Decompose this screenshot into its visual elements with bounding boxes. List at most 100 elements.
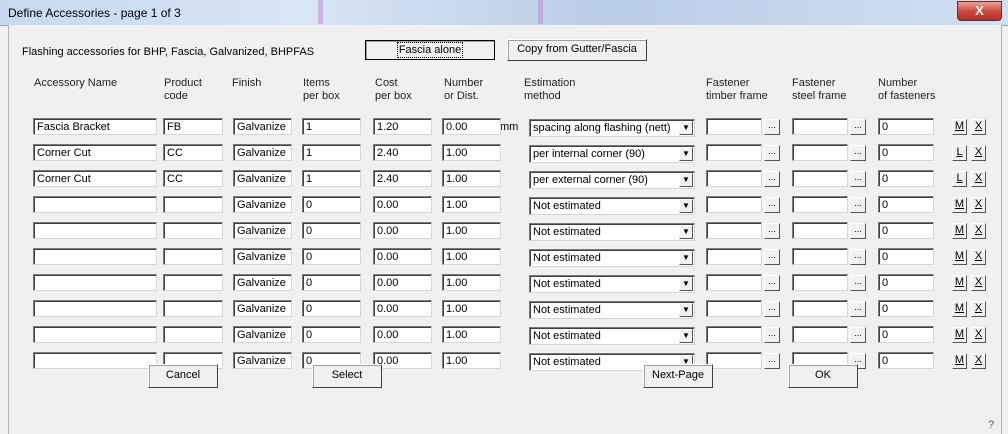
close-button[interactable]: X <box>957 1 1002 21</box>
browse-steel-fastener-button[interactable]: ... <box>850 145 866 161</box>
number-or-dist-field[interactable]: 1.00 <box>442 248 501 265</box>
number-of-fasteners-field[interactable]: 0 <box>878 326 934 343</box>
chevron-down-icon[interactable]: ▼ <box>679 277 693 291</box>
cost-per-box-field[interactable]: 2.40 <box>373 144 432 161</box>
browse-timber-fastener-button[interactable]: ... <box>764 119 780 135</box>
cost-per-box-field[interactable]: 0.00 <box>373 326 432 343</box>
cost-per-box-field[interactable]: 0.00 <box>373 196 432 213</box>
cost-per-box-field[interactable]: 1.20 <box>373 118 432 135</box>
delete-row-button[interactable]: X <box>971 197 986 213</box>
browse-timber-fastener-button[interactable]: ... <box>764 145 780 161</box>
estimation-method-select[interactable]: spacing along flashing (nett) ▼ <box>529 119 695 137</box>
number-or-dist-field[interactable]: 1.00 <box>442 326 501 343</box>
number-of-fasteners-field[interactable]: 0 <box>878 352 934 369</box>
row-mode-button[interactable]: M <box>952 327 967 343</box>
fastener-steel-field[interactable] <box>792 170 848 187</box>
fastener-steel-field[interactable] <box>792 326 848 343</box>
fastener-timber-field[interactable] <box>706 118 762 135</box>
fastener-steel-field[interactable] <box>792 118 848 135</box>
finish-field[interactable]: Galvanize <box>233 248 292 265</box>
row-mode-button[interactable]: M <box>952 275 967 291</box>
delete-row-button[interactable]: X <box>971 301 986 317</box>
browse-steel-fastener-button[interactable]: ... <box>850 223 866 239</box>
finish-field[interactable]: Galvanize <box>233 196 292 213</box>
fastener-timber-field[interactable] <box>706 274 762 291</box>
accessory-name-field[interactable] <box>33 274 157 291</box>
browse-steel-fastener-button[interactable]: ... <box>850 301 866 317</box>
product-code-field[interactable]: CC <box>163 170 223 187</box>
cost-per-box-field[interactable]: 0.00 <box>373 248 432 265</box>
finish-field[interactable]: Galvanize <box>233 144 292 161</box>
browse-steel-fastener-button[interactable]: ... <box>850 327 866 343</box>
row-mode-button[interactable]: L <box>952 145 967 161</box>
product-code-field[interactable] <box>163 300 223 317</box>
items-per-box-field[interactable]: 1 <box>302 118 361 135</box>
finish-field[interactable]: Galvanize <box>233 170 292 187</box>
product-code-field[interactable]: FB <box>163 118 223 135</box>
number-of-fasteners-field[interactable]: 0 <box>878 274 934 291</box>
browse-timber-fastener-button[interactable]: ... <box>764 353 780 369</box>
estimation-method-select[interactable]: per internal corner (90) ▼ <box>529 145 695 163</box>
accessory-name-field[interactable] <box>33 300 157 317</box>
chevron-down-icon[interactable]: ▼ <box>679 251 693 265</box>
number-of-fasteners-field[interactable]: 0 <box>878 222 934 239</box>
fastener-steel-field[interactable] <box>792 300 848 317</box>
estimation-method-select[interactable]: Not estimated ▼ <box>529 197 695 215</box>
finish-field[interactable]: Galvanize <box>233 352 292 369</box>
fastener-timber-field[interactable] <box>706 326 762 343</box>
number-or-dist-field[interactable]: 1.00 <box>442 144 501 161</box>
chevron-down-icon[interactable]: ▼ <box>679 121 693 135</box>
row-mode-button[interactable]: M <box>952 223 967 239</box>
delete-row-button[interactable]: X <box>971 145 986 161</box>
chevron-down-icon[interactable]: ▼ <box>679 303 693 317</box>
fastener-timber-field[interactable] <box>706 248 762 265</box>
accessory-name-field[interactable] <box>33 326 157 343</box>
number-of-fasteners-field[interactable]: 0 <box>878 300 934 317</box>
row-mode-button[interactable]: L <box>952 171 967 187</box>
estimation-method-select[interactable]: Not estimated ▼ <box>529 249 695 267</box>
fastener-timber-field[interactable] <box>706 144 762 161</box>
delete-row-button[interactable]: X <box>971 327 986 343</box>
finish-field[interactable]: Galvanize <box>233 274 292 291</box>
estimation-method-select[interactable]: Not estimated ▼ <box>529 275 695 293</box>
product-code-field[interactable] <box>163 248 223 265</box>
number-or-dist-field[interactable]: 1.00 <box>442 274 501 291</box>
fastener-timber-field[interactable] <box>706 196 762 213</box>
row-mode-button[interactable]: M <box>952 301 967 317</box>
estimation-method-select[interactable]: per external corner (90) ▼ <box>529 171 695 189</box>
cost-per-box-field[interactable]: 2.40 <box>373 170 432 187</box>
accessory-name-field[interactable]: Fascia Bracket <box>33 118 157 135</box>
items-per-box-field[interactable]: 0 <box>302 326 361 343</box>
items-per-box-field[interactable]: 0 <box>302 196 361 213</box>
number-of-fasteners-field[interactable]: 0 <box>878 170 934 187</box>
number-of-fasteners-field[interactable]: 0 <box>878 248 934 265</box>
copy-from-gutter-button[interactable]: Copy from Gutter/Fascia <box>507 39 647 61</box>
ok-button[interactable]: OK <box>788 364 858 388</box>
product-code-field[interactable] <box>163 196 223 213</box>
items-per-box-field[interactable]: 0 <box>302 248 361 265</box>
browse-timber-fastener-button[interactable]: ... <box>764 197 780 213</box>
delete-row-button[interactable]: X <box>971 171 986 187</box>
delete-row-button[interactable]: X <box>971 249 986 265</box>
fastener-timber-field[interactable] <box>706 170 762 187</box>
fastener-steel-field[interactable] <box>792 248 848 265</box>
estimation-method-select[interactable]: Not estimated ▼ <box>529 327 695 345</box>
browse-steel-fastener-button[interactable]: ... <box>850 275 866 291</box>
browse-timber-fastener-button[interactable]: ... <box>764 301 780 317</box>
fastener-steel-field[interactable] <box>792 274 848 291</box>
accessory-name-field[interactable]: Corner Cut <box>33 170 157 187</box>
next-page-button[interactable]: Next-Page <box>643 364 713 388</box>
product-code-field[interactable] <box>163 274 223 291</box>
chevron-down-icon[interactable]: ▼ <box>679 147 693 161</box>
items-per-box-field[interactable]: 0 <box>302 274 361 291</box>
delete-row-button[interactable]: X <box>971 353 986 369</box>
browse-steel-fastener-button[interactable]: ... <box>850 197 866 213</box>
fastener-steel-field[interactable] <box>792 196 848 213</box>
fastener-steel-field[interactable] <box>792 144 848 161</box>
browse-timber-fastener-button[interactable]: ... <box>764 171 780 187</box>
number-or-dist-field[interactable]: 0.00 <box>442 118 501 135</box>
select-button[interactable]: Select <box>312 364 382 388</box>
items-per-box-field[interactable]: 1 <box>302 144 361 161</box>
delete-row-button[interactable]: X <box>971 119 986 135</box>
items-per-box-field[interactable]: 0 <box>302 300 361 317</box>
